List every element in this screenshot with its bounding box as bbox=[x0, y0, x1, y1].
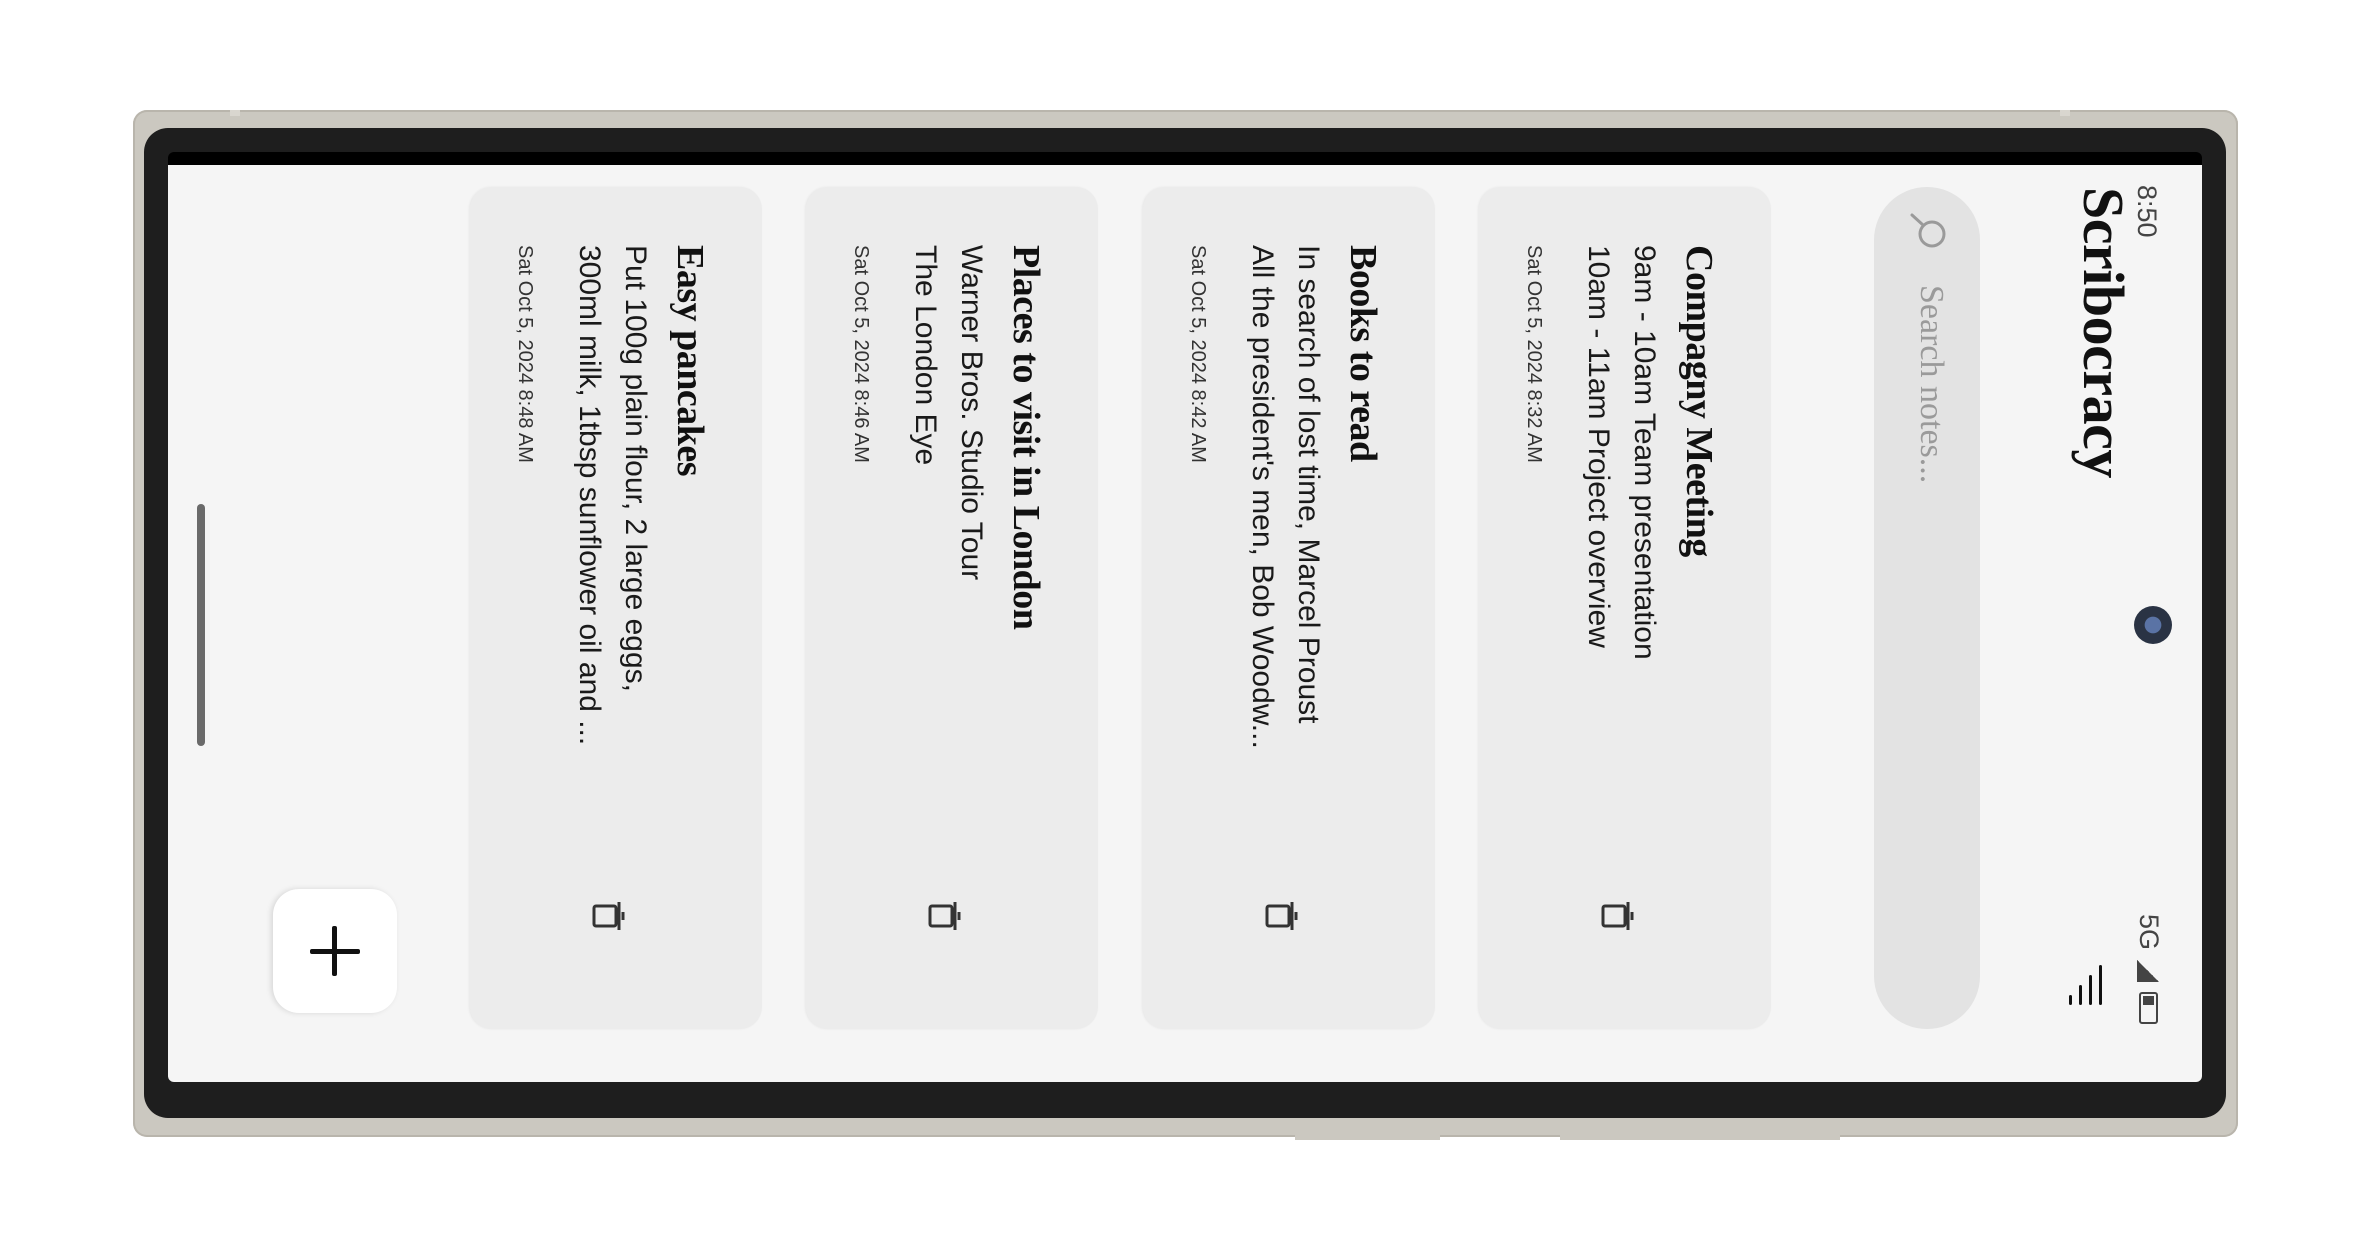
note-card[interactable]: Places to visit in London Warner Bros. S… bbox=[806, 187, 1098, 1029]
note-line: 10am - 11am Project overview bbox=[1582, 245, 1615, 648]
note-date: Sat Oct 5, 2024 8:48 AM bbox=[514, 245, 536, 463]
screenshot-canvas: 8:50 5G Scribocracy Search notes... Comp… bbox=[0, 0, 2359, 1245]
note-title: Compagny Meeting bbox=[1678, 245, 1720, 557]
note-date: Sat Oct 5, 2024 8:46 AM bbox=[850, 245, 872, 463]
trash-icon[interactable] bbox=[927, 899, 961, 933]
side-button bbox=[1560, 1131, 1840, 1140]
note-line: All the president's men, Bob Woodw... bbox=[1246, 245, 1279, 749]
note-title: Books to read bbox=[1342, 245, 1384, 462]
note-card[interactable]: Compagny Meeting 9am - 10am Team present… bbox=[1479, 187, 1771, 1029]
note-title: Places to visit in London bbox=[1005, 245, 1047, 630]
note-date: Sat Oct 5, 2024 8:42 AM bbox=[1187, 245, 1209, 463]
frame-notch bbox=[230, 110, 240, 116]
note-date: Sat Oct 5, 2024 8:32 AM bbox=[1523, 245, 1545, 463]
side-button bbox=[1295, 1131, 1440, 1140]
notes-app: 8:50 5G Scribocracy Search notes... Comp… bbox=[168, 165, 2202, 1082]
trash-icon[interactable] bbox=[591, 899, 625, 933]
note-card[interactable]: Books to read In search of lost time, Ma… bbox=[1143, 187, 1435, 1029]
add-note-button[interactable] bbox=[273, 889, 397, 1013]
note-line: In search of lost time, Marcel Proust bbox=[1292, 245, 1325, 724]
note-card[interactable]: Easy pancakes Put 100g plain flour, 2 la… bbox=[470, 187, 762, 1029]
portrait-layout: 8:50 5G Scribocracy Search notes... Comp… bbox=[168, 165, 2202, 1082]
note-line: Warner Bros. Studio Tour bbox=[955, 245, 988, 581]
note-line: The London Eye bbox=[909, 245, 942, 466]
frame-notch bbox=[2060, 110, 2070, 116]
trash-icon[interactable] bbox=[1600, 899, 1634, 933]
note-title: Easy pancakes bbox=[669, 245, 711, 477]
device-screen: 8:50 5G Scribocracy Search notes... Comp… bbox=[168, 152, 2202, 1082]
notes-list: Compagny Meeting 9am - 10am Team present… bbox=[168, 187, 2202, 1029]
note-line: 300ml milk, 1tbsp sunflower oil and ... bbox=[573, 245, 606, 746]
note-line: Put 100g plain flour, 2 large eggs, bbox=[619, 245, 652, 692]
gesture-handle[interactable] bbox=[197, 504, 205, 746]
trash-icon[interactable] bbox=[1264, 899, 1298, 933]
note-line: 9am - 10am Team presentation bbox=[1628, 245, 1661, 660]
